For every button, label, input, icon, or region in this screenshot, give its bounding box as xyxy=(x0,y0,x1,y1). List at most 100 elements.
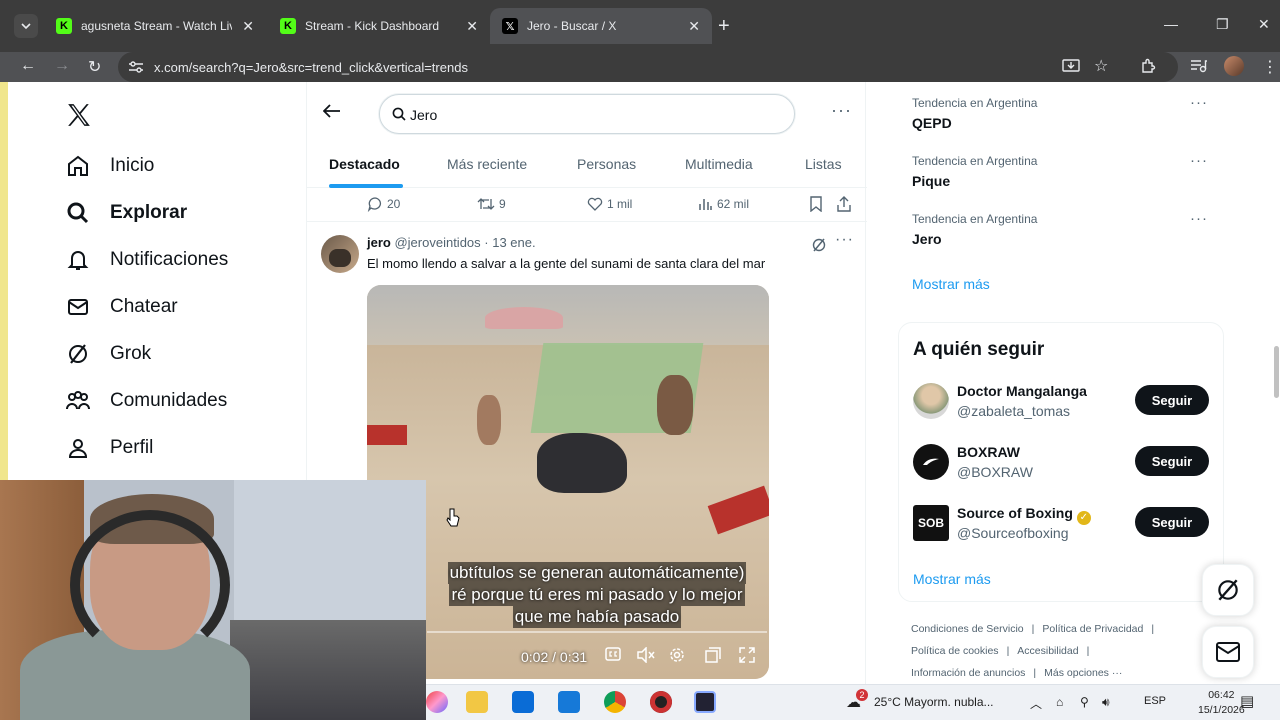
browser-tab-kick-stream[interactable]: K agusneta Stream - Watch Live o ✕ xyxy=(44,8,266,44)
profile-avatar[interactable] xyxy=(1224,56,1244,76)
reload-icon[interactable]: ↻ xyxy=(88,57,101,77)
browser-menu-icon[interactable]: ⋮ xyxy=(1262,57,1278,77)
nav-profile[interactable]: Perfil xyxy=(64,424,228,471)
follow-button[interactable]: Seguir xyxy=(1135,507,1209,537)
share-icon[interactable] xyxy=(837,196,851,212)
footer-link[interactable]: Condiciones de Servicio xyxy=(911,623,1024,635)
close-tab-icon[interactable]: ✕ xyxy=(466,18,478,35)
tab-media[interactable]: Multimedia xyxy=(685,156,753,172)
messages-fab-button[interactable] xyxy=(1202,626,1254,678)
browser-tab-x-search[interactable]: 𝕏 Jero - Buscar / X ✕ xyxy=(490,8,712,44)
source-of-boxing-logo-icon[interactable]: S​OB xyxy=(913,505,949,541)
footer-link[interactable]: Más opciones ··· xyxy=(1044,667,1122,679)
close-window-icon[interactable]: ✕ xyxy=(1258,16,1270,33)
app-icon[interactable] xyxy=(694,691,716,713)
back-arrow-icon[interactable] xyxy=(322,104,341,123)
page-scrollbar[interactable] xyxy=(1274,346,1279,398)
clock[interactable]: 06:42 15/1/2026 xyxy=(1198,688,1245,718)
close-tab-icon[interactable]: ✕ xyxy=(242,18,254,35)
site-settings-icon[interactable] xyxy=(128,60,144,74)
x-logo-icon[interactable] xyxy=(66,102,92,133)
tab-lists[interactable]: Listas xyxy=(805,156,842,172)
media-control-icon[interactable] xyxy=(1190,58,1208,79)
weather-text[interactable]: 25°C Mayorm. nubla... xyxy=(874,695,994,709)
footer-link[interactable]: Información de anuncios xyxy=(911,667,1025,679)
nav-communities[interactable]: Comunidades xyxy=(64,377,228,424)
nav-notifications[interactable]: Notificaciones xyxy=(64,236,228,283)
nav-home[interactable]: Inicio xyxy=(64,142,228,189)
avatar[interactable] xyxy=(913,383,949,419)
tab-search-button[interactable] xyxy=(14,14,38,38)
new-tab-button[interactable]: + xyxy=(718,16,730,36)
search-options-icon[interactable]: ··· xyxy=(831,100,852,121)
extensions-icon[interactable] xyxy=(1140,58,1156,74)
language-indicator[interactable]: ESP xyxy=(1144,695,1166,707)
avatar[interactable] xyxy=(321,235,359,273)
store-icon[interactable] xyxy=(512,691,534,713)
reply-button[interactable]: 20 xyxy=(367,196,400,212)
nav-explore[interactable]: Explorar xyxy=(64,189,228,236)
trends-show-more-link[interactable]: Mostrar más xyxy=(912,276,990,292)
copilot-icon[interactable] xyxy=(426,691,448,713)
tab-latest[interactable]: Más reciente xyxy=(447,156,527,172)
trend-item[interactable]: Tendencia en Argentina QEPD ··· xyxy=(912,94,1212,131)
grok-icon[interactable] xyxy=(811,237,827,258)
tweet-more-icon[interactable]: ··· xyxy=(835,231,854,249)
footer-link[interactable]: Política de Privacidad xyxy=(1042,623,1143,635)
file-explorer-icon[interactable] xyxy=(466,691,488,713)
chrome-icon[interactable] xyxy=(604,691,626,713)
address-bar[interactable]: x.com/search?q=Jero&src=trend_click&vert… xyxy=(118,52,1178,82)
like-count: 1 mil xyxy=(607,197,633,211)
follow-suggestion[interactable]: Doctor Mangalanga @zabaleta_tomas Seguir xyxy=(913,383,1213,423)
notifications-icon[interactable]: ▤ xyxy=(1240,692,1254,710)
install-app-icon[interactable] xyxy=(1062,58,1080,74)
search-input[interactable]: Jero xyxy=(410,107,437,123)
grok-fab-button[interactable] xyxy=(1202,564,1254,616)
tweet-date[interactable]: · 13 ene. xyxy=(484,235,535,250)
network-icon[interactable]: ⌂ xyxy=(1056,695,1063,709)
close-tab-icon[interactable]: ✕ xyxy=(688,18,700,35)
bookmark-icon[interactable] xyxy=(809,196,823,212)
picture-in-picture-icon[interactable] xyxy=(705,647,721,668)
outlook-icon[interactable] xyxy=(558,691,580,713)
fullscreen-icon[interactable] xyxy=(739,647,755,668)
browser-tab-kick-dashboard[interactable]: K Stream - Kick Dashboard ✕ xyxy=(268,8,490,44)
restore-icon[interactable]: ❐ xyxy=(1216,16,1229,33)
settings-gear-icon[interactable] xyxy=(669,647,685,668)
bookmark-star-icon[interactable]: ☆ xyxy=(1094,56,1108,76)
forward-icon[interactable]: → xyxy=(54,57,70,75)
tab-people[interactable]: Personas xyxy=(577,156,636,172)
avatar[interactable] xyxy=(913,444,949,480)
search-box[interactable]: Jero xyxy=(379,94,795,134)
obs-icon[interactable] xyxy=(650,691,672,713)
prev-tweet-actions: 20 9 1 mil 62 mil xyxy=(307,188,867,222)
minimize-icon[interactable]: — xyxy=(1164,16,1178,32)
tab-featured[interactable]: Destacado xyxy=(329,156,400,172)
trend-more-icon[interactable]: ··· xyxy=(1190,210,1208,227)
follow-button[interactable]: Seguir xyxy=(1135,446,1209,476)
nav-chat[interactable]: Chatear xyxy=(64,283,228,330)
repost-button[interactable]: 9 xyxy=(477,196,506,212)
nav-grok[interactable]: Grok xyxy=(64,330,228,377)
volume-icon[interactable]: 🔊︎ xyxy=(1102,695,1110,710)
back-icon[interactable]: ← xyxy=(20,57,36,75)
views-button[interactable]: 62 mil xyxy=(697,196,749,212)
follow-button[interactable]: Seguir xyxy=(1135,385,1209,415)
tray-chevron-icon[interactable]: ︿ xyxy=(1030,695,1042,712)
mute-icon[interactable] xyxy=(637,646,655,668)
footer-link[interactable]: Política de cookies xyxy=(911,645,999,657)
tweet-author-name[interactable]: jero xyxy=(367,235,391,250)
captions-icon[interactable] xyxy=(605,647,621,666)
footer-link[interactable]: Accesibilidad xyxy=(1017,645,1078,657)
trend-item[interactable]: Tendencia en Argentina Pique ··· xyxy=(912,152,1212,189)
extra-tray-icon[interactable]: ⚲ xyxy=(1080,695,1089,709)
trend-item[interactable]: Tendencia en Argentina Jero ··· xyxy=(912,210,1212,247)
tweet-author-handle[interactable]: @jeroveintidos xyxy=(394,235,480,250)
follow-suggestion[interactable]: S​OB Source of Boxing ✓ @Sourceofboxing … xyxy=(913,505,1213,545)
trend-more-icon[interactable]: ··· xyxy=(1190,152,1208,169)
video-progress-bar[interactable] xyxy=(427,631,767,633)
like-button[interactable]: 1 mil xyxy=(587,196,632,212)
follow-suggestion[interactable]: BOXRAW @BOXRAW Seguir xyxy=(913,444,1213,484)
who-to-follow-show-more-link[interactable]: Mostrar más xyxy=(913,571,991,587)
trend-more-icon[interactable]: ··· xyxy=(1190,94,1208,111)
